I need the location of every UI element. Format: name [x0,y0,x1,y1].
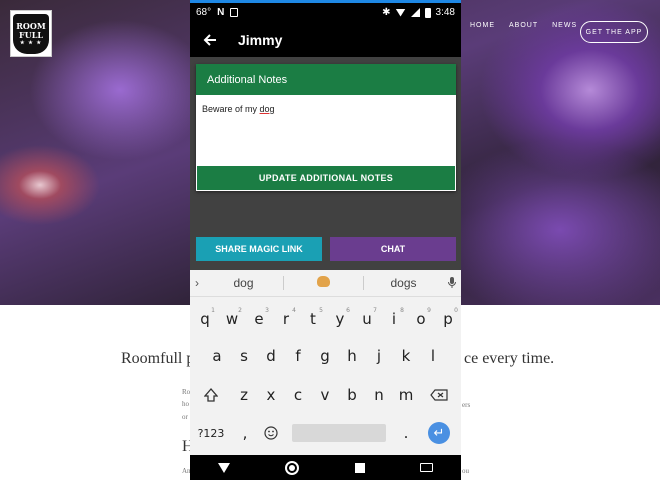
battery-icon [424,7,431,18]
logo-text-full: FULL [19,29,43,40]
dog-emoji-icon [317,276,330,287]
nav-about-link[interactable]: ABOUT [509,22,538,29]
key-i[interactable]: i8 [381,306,407,332]
key-k[interactable]: k [393,343,419,369]
key-d[interactable]: d [258,343,284,369]
backspace-icon[interactable] [426,382,452,408]
get-the-app-button[interactable]: GET THE APP [580,21,648,43]
key-q[interactable]: q1 [192,306,218,332]
chat-button[interactable]: CHAT [330,237,456,261]
update-additional-notes-button[interactable]: UPDATE ADDITIONAL NOTES [197,166,455,190]
nav-home-icon[interactable] [285,460,300,475]
key-j[interactable]: j [366,343,392,369]
suggestion-item[interactable]: dogs [364,276,443,290]
phone-screen: 68° N ✱ 3:48 Jimmy Additional Notes Bewa… [190,0,461,480]
weather-temp: 68° [196,7,212,18]
key-y[interactable]: y6 [327,306,353,332]
notes-card-header: Additional Notes [196,64,456,95]
additional-notes-input[interactable]: Beware of my dog [196,95,456,165]
carrier-icon: N [217,7,225,18]
key-e[interactable]: e3 [246,306,272,332]
key-z[interactable]: z [231,382,257,408]
notification-icon [230,8,239,17]
app-bar: Jimmy [190,22,461,57]
page-title: Jimmy [238,31,283,48]
action-buttons: SHARE MAGIC LINK CHAT [196,237,456,261]
keyboard-row-1: q1 w2 e3 r4 t5 y6 u7 i8 o9 p0 [190,306,461,332]
body-text-fragment: ers [462,401,471,409]
wifi-icon [395,8,406,17]
keyboard-row-3: z x c v b n m [190,382,461,408]
nav-home-link[interactable]: HOME [470,22,495,29]
site-nav: HOME ABOUT NEWS [470,22,591,29]
period-key[interactable]: . [393,420,419,446]
back-arrow-icon[interactable] [190,22,230,57]
bluetooth-icon: ✱ [382,7,391,18]
key-f[interactable]: f [285,343,311,369]
body-text-fragment: ho [182,400,189,408]
key-p[interactable]: p0 [435,306,461,332]
nav-recents-icon[interactable] [354,462,365,473]
key-t[interactable]: t5 [300,306,326,332]
microphone-icon[interactable] [443,277,461,289]
key-x[interactable]: x [258,382,284,408]
suggestion-item[interactable]: dog [204,276,283,290]
keyboard-row-4: ?123 , . ↵ [190,420,461,446]
notes-text-underlined: dog [259,104,275,114]
chevron-right-icon[interactable]: › [190,276,204,290]
key-g[interactable]: g [312,343,338,369]
nav-back-icon[interactable] [217,462,230,473]
additional-notes-card: Additional Notes Beware of my dog UPDATE… [196,64,456,191]
body-text-fragment: Ro [182,388,191,396]
key-b[interactable]: b [339,382,365,408]
signal-icon [410,8,420,17]
body-text-fragment: or [182,413,188,421]
android-nav-bar [190,455,461,480]
keyboard-row-2: a s d f g h j k l [190,343,461,369]
key-n[interactable]: n [366,382,392,408]
emoji-face-icon[interactable] [258,420,284,446]
roomfull-logo[interactable]: ROOM FULL ★ ★ ★ [10,10,52,57]
key-m[interactable]: m [393,382,419,408]
key-v[interactable]: v [312,382,338,408]
key-h[interactable]: h [339,343,365,369]
keyboard-switch-icon[interactable] [420,463,434,472]
body-text-fragment: ou [462,467,469,475]
logo-shield: ROOM FULL ★ ★ ★ [13,13,49,54]
shift-icon[interactable] [198,382,224,408]
key-a[interactable]: a [204,343,230,369]
key-w[interactable]: w2 [219,306,245,332]
key-l[interactable]: l [420,343,446,369]
comma-key[interactable]: , [232,420,258,446]
key-c[interactable]: c [285,382,311,408]
key-r[interactable]: r4 [273,306,299,332]
nav-news-link[interactable]: NEWS [552,22,577,29]
space-bar[interactable] [292,424,386,442]
key-o[interactable]: o9 [408,306,434,332]
share-magic-link-button[interactable]: SHARE MAGIC LINK [196,237,322,261]
logo-stars: ★ ★ ★ [20,39,42,46]
key-s[interactable]: s [231,343,257,369]
status-bar: 68° N ✱ 3:48 [190,3,461,22]
symbols-key[interactable]: ?123 [196,420,226,446]
notes-text: Beware of my [202,104,260,114]
suggestion-strip: › dog dogs [190,270,461,297]
status-time: 3:48 [435,7,455,18]
key-u[interactable]: u7 [354,306,380,332]
suggestion-emoji[interactable] [284,276,363,290]
tagline-right-fragment: ce every time. [464,350,555,367]
enter-icon[interactable]: ↵ [428,422,450,444]
on-screen-keyboard: › dog dogs q1 w2 e3 r4 t5 y6 u7 i8 o9 p0… [190,270,461,455]
